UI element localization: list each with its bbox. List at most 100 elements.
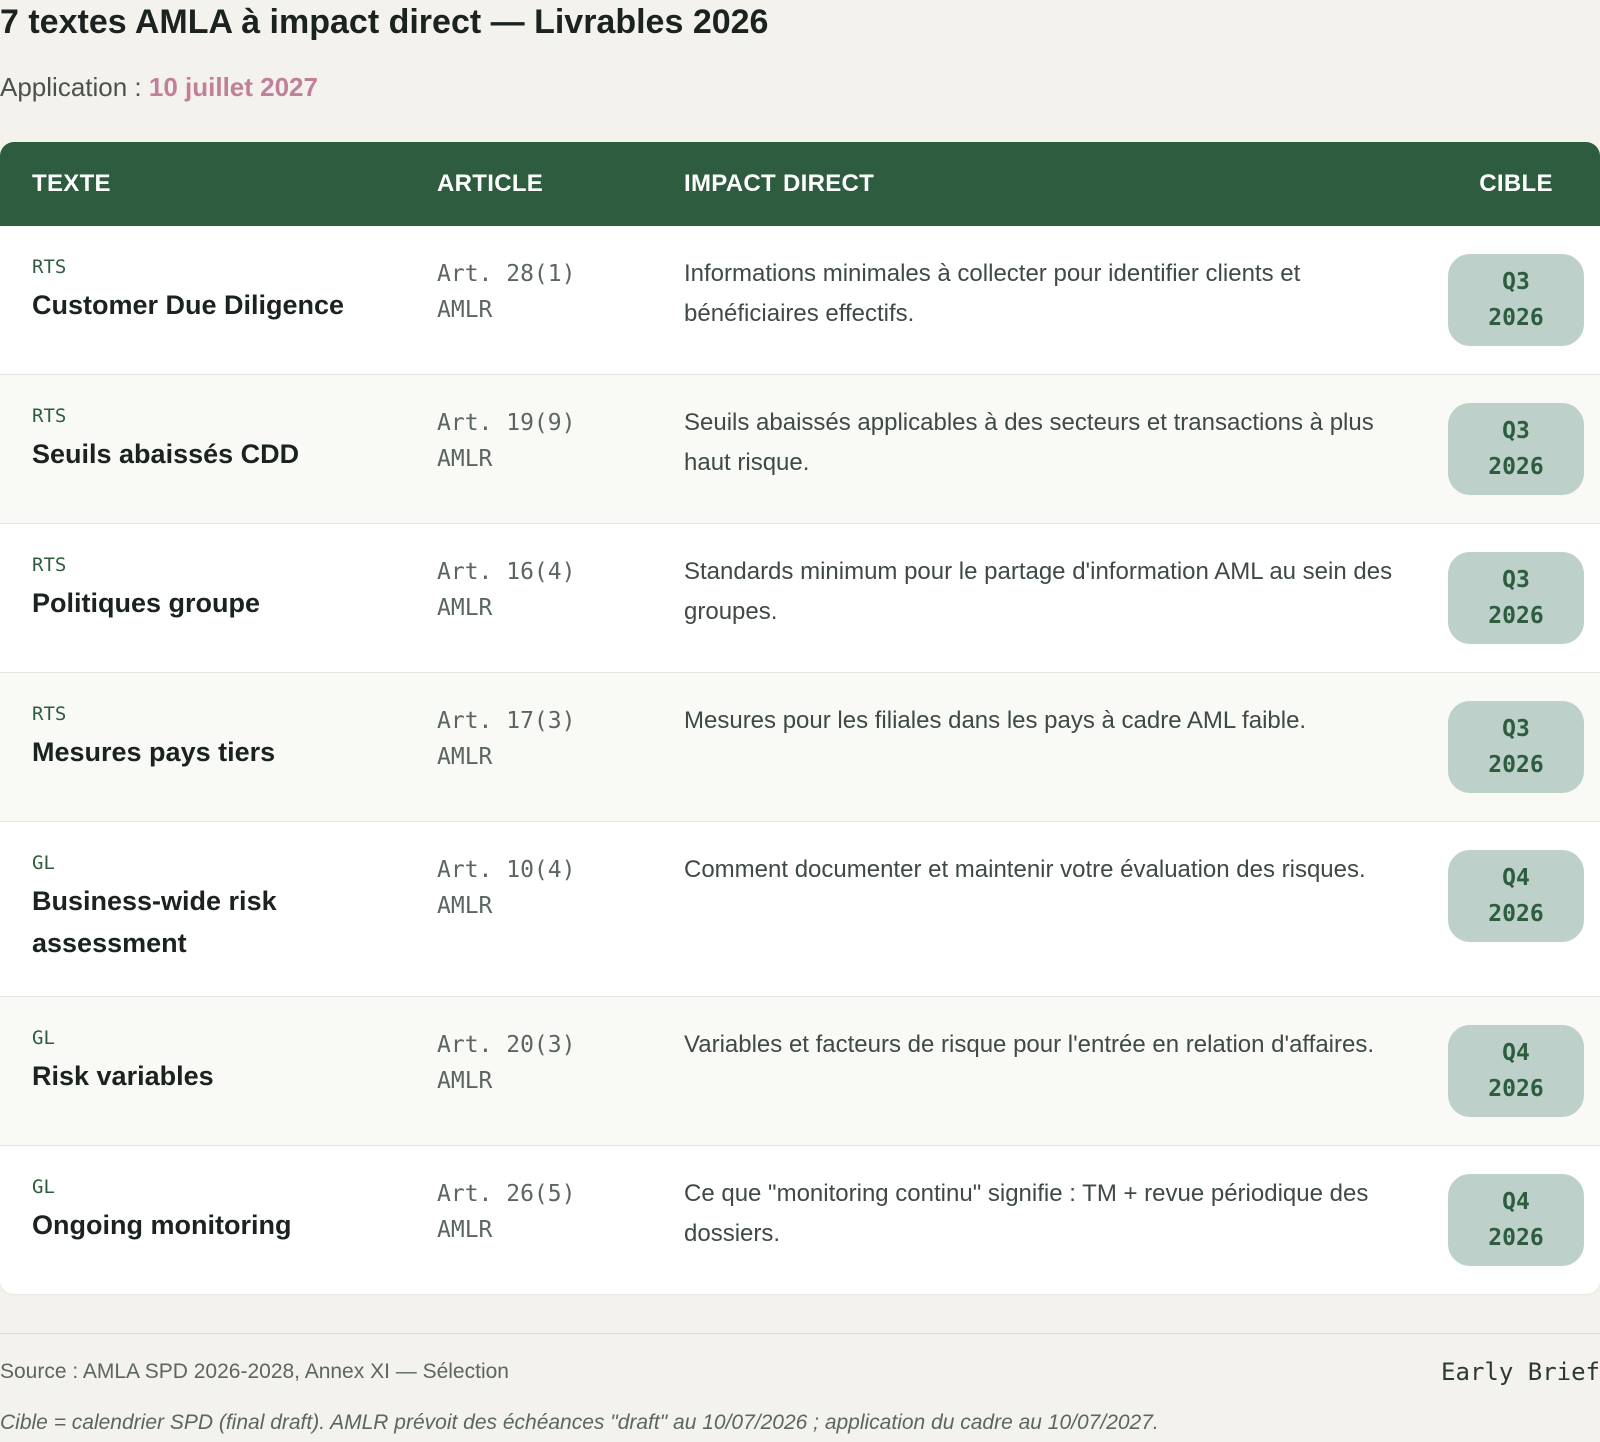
regulation: AMLR	[437, 1068, 493, 1094]
article-ref: Art. 20(3)	[437, 1032, 576, 1058]
target-badge: Q3 2026	[1448, 552, 1584, 644]
text-name: Ongoing monitoring	[32, 1210, 292, 1240]
regulation: AMLR	[437, 1217, 493, 1243]
text-name: Mesures pays tiers	[32, 737, 276, 767]
text-name: Risk variables	[32, 1061, 214, 1091]
type-tag: RTS	[32, 405, 67, 427]
table-row: GL Ongoing monitoring Art. 26(5) AMLR Ce q…	[0, 1145, 1600, 1295]
column-header-impact: IMPACT DIRECT	[684, 170, 875, 197]
table-row: GL Business-wide risk assessment Art. 10(…	[0, 821, 1600, 997]
table-row: GL Risk variables Art. 20(3) AMLR Variable…	[0, 996, 1600, 1146]
article-ref: Art. 16(4)	[437, 559, 576, 585]
type-tag: RTS	[32, 554, 67, 576]
target-year: 2026	[1488, 1225, 1544, 1251]
target-badge: Q4 2026	[1448, 1025, 1584, 1117]
cell-article: Art. 16(4) AMLR	[437, 524, 684, 673]
text-name: Seuils abaissés CDD	[32, 439, 300, 469]
text-name: Business-wide risk assessment	[32, 886, 277, 958]
page: 7 textes AMLA à impact direct — Livrable…	[0, 0, 1600, 1442]
application-date-line: Application : 10 juillet 2027	[0, 70, 318, 104]
article-ref: Art. 26(5)	[437, 1181, 576, 1207]
deliverables-table: TEXTE ARTICLE IMPACT DIRECT CIBLE RTS Cus…	[0, 142, 1600, 1294]
cell-article: Art. 26(5) AMLR	[437, 1146, 684, 1295]
cell-cible: Q3 2026	[1432, 375, 1600, 524]
type-tag: RTS	[32, 703, 67, 725]
cell-texte: RTS Seuils abaissés CDD	[0, 375, 437, 524]
cell-cible: Q4 2026	[1432, 1146, 1600, 1295]
text-name: Politiques groupe	[32, 588, 261, 618]
cell-article: Art. 20(3) AMLR	[437, 997, 684, 1146]
type-tag: RTS	[32, 256, 67, 278]
regulation: AMLR	[437, 446, 493, 472]
regulation: AMLR	[437, 595, 493, 621]
cell-article: Art. 19(9) AMLR	[437, 375, 684, 524]
cell-texte: GL Risk variables	[0, 997, 437, 1146]
target-quarter: Q3	[1502, 716, 1530, 742]
target-badge: Q3 2026	[1448, 701, 1584, 793]
target-badge: Q3 2026	[1448, 254, 1584, 346]
cell-texte: GL Business-wide risk assessment	[0, 822, 437, 997]
type-tag: GL	[32, 852, 55, 874]
target-year: 2026	[1488, 752, 1544, 778]
cell-article: Art. 17(3) AMLR	[437, 673, 684, 822]
table-row: RTS Politiques groupe Art. 16(4) AMLR Stan…	[0, 523, 1600, 673]
type-tag: GL	[32, 1027, 55, 1049]
table-row: RTS Mesures pays tiers Art. 17(3) AMLR Mes…	[0, 672, 1600, 822]
cell-cible: Q4 2026	[1432, 997, 1600, 1146]
impact-text: Standards minimum pour le partage d'info…	[684, 558, 1393, 625]
table-row: RTS Seuils abaissés CDD Art. 19(9) AMLR Se…	[0, 374, 1600, 524]
page-title: 7 textes AMLA à impact direct — Livrable…	[0, 3, 769, 41]
target-badge: Q3 2026	[1448, 403, 1584, 495]
application-date: 10 juillet 2027	[148, 72, 318, 102]
table-header: TEXTE ARTICLE IMPACT DIRECT CIBLE	[0, 142, 1600, 226]
impact-text: Mesures pour les filiales dans les pays …	[684, 707, 1307, 734]
source-note: Source : AMLA SPD 2026-2028, Annex XI — …	[0, 1360, 509, 1383]
cell-cible: Q3 2026	[1432, 524, 1600, 673]
target-quarter: Q3	[1502, 567, 1530, 593]
article-ref: Art. 17(3)	[437, 708, 576, 734]
impact-text: Informations minimales à collecter pour …	[684, 260, 1301, 327]
cell-article: Art. 10(4) AMLR	[437, 822, 684, 997]
impact-text: Variables et facteurs de risque pour l'e…	[684, 1031, 1375, 1058]
target-quarter: Q4	[1502, 1040, 1530, 1066]
cell-cible: Q3 2026	[1432, 673, 1600, 822]
cell-texte: RTS Mesures pays tiers	[0, 673, 437, 822]
text-name: Customer Due Diligence	[32, 290, 345, 320]
cell-cible: Q4 2026	[1432, 822, 1600, 997]
cell-cible: Q3 2026	[1432, 226, 1600, 375]
impact-text: Comment documenter et maintenir votre év…	[684, 856, 1366, 883]
column-header-texte: TEXTE	[32, 170, 111, 197]
target-year: 2026	[1488, 1076, 1544, 1102]
target-year: 2026	[1488, 603, 1544, 629]
column-header-article: ARTICLE	[437, 170, 544, 197]
cell-texte: RTS Politiques groupe	[0, 524, 437, 673]
table-header-row: TEXTE ARTICLE IMPACT DIRECT CIBLE	[0, 142, 1600, 226]
article-ref: Art. 28(1)	[437, 261, 576, 287]
target-badge: Q4 2026	[1448, 1174, 1584, 1266]
impact-text: Ce que "monitoring continu" signifie : T…	[684, 1180, 1369, 1247]
article-ref: Art. 10(4)	[437, 857, 576, 883]
table-row: RTS Customer Due Diligence Art. 28(1) AMLR…	[0, 226, 1600, 375]
footnote: Cible = calendrier SPD (final draft). AM…	[0, 1411, 1159, 1434]
footer-divider	[0, 1333, 1600, 1334]
impact-text: Seuils abaissés applicables à des secteu…	[684, 409, 1374, 476]
type-tag: GL	[32, 1176, 55, 1198]
deliverables-grid: TEXTE ARTICLE IMPACT DIRECT CIBLE RTS Cus…	[0, 142, 1600, 1294]
target-badge: Q4 2026	[1448, 850, 1584, 942]
application-label: Application :	[0, 72, 149, 102]
cell-texte: RTS Customer Due Diligence	[0, 226, 437, 375]
target-quarter: Q4	[1502, 865, 1530, 891]
target-quarter: Q3	[1502, 418, 1530, 444]
target-quarter: Q4	[1502, 1189, 1530, 1215]
regulation: AMLR	[437, 744, 493, 770]
brand-label: Early Brief	[1441, 1358, 1600, 1386]
table-body: RTS Customer Due Diligence Art. 28(1) AMLR…	[0, 226, 1600, 1294]
target-year: 2026	[1488, 305, 1544, 331]
regulation: AMLR	[437, 893, 493, 919]
cell-article: Art. 28(1) AMLR	[437, 226, 684, 375]
column-header-cible: CIBLE	[1479, 170, 1553, 197]
target-year: 2026	[1488, 454, 1544, 480]
cell-texte: GL Ongoing monitoring	[0, 1146, 437, 1295]
target-quarter: Q3	[1502, 269, 1530, 295]
target-year: 2026	[1488, 901, 1544, 927]
